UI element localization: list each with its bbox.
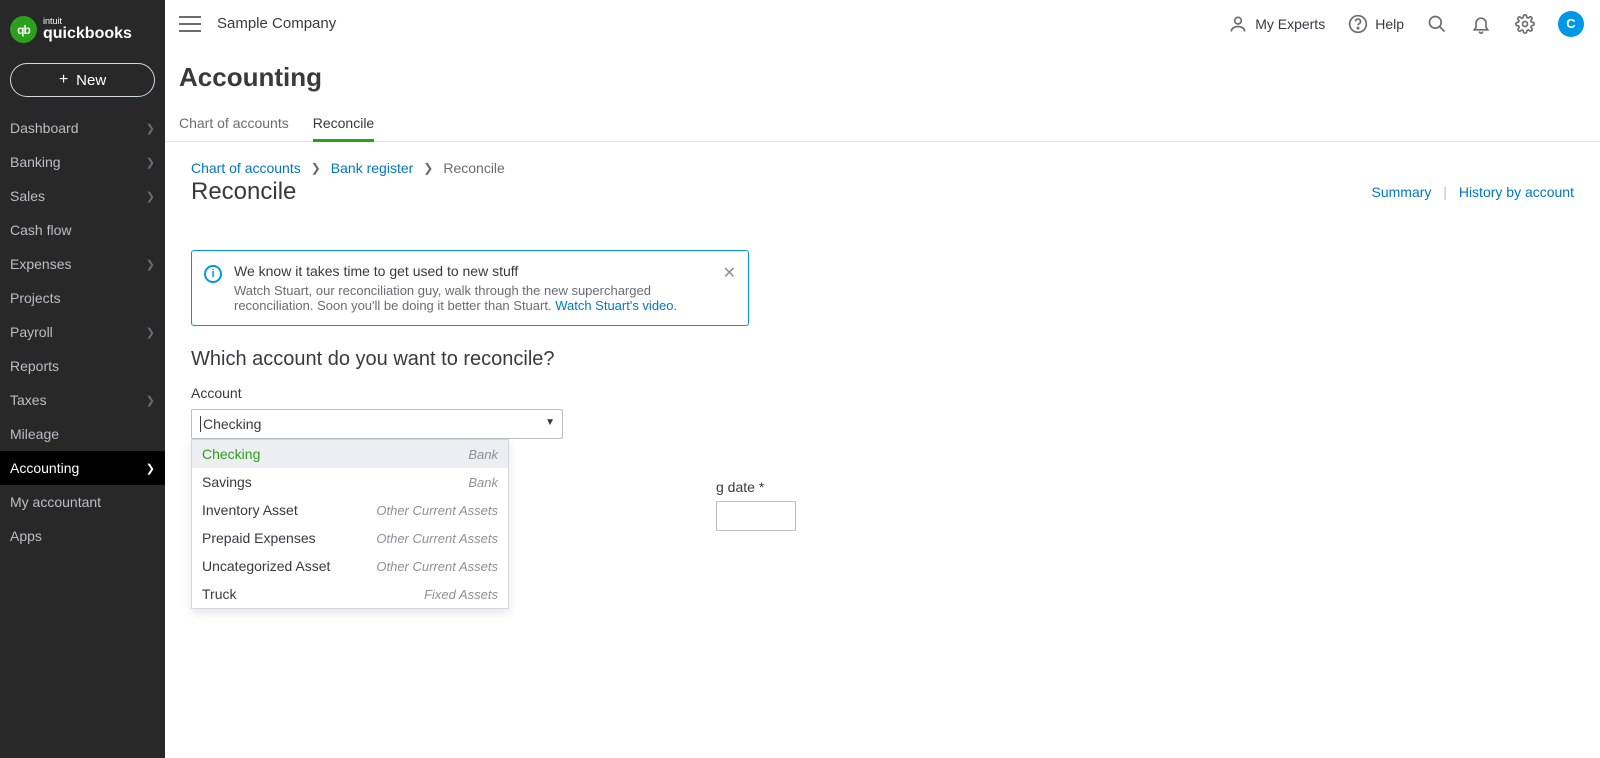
chevron-right-icon: ❯ bbox=[146, 190, 155, 203]
sidebar-item-expenses[interactable]: Expenses❯ bbox=[0, 247, 165, 281]
dropdown-option-checking[interactable]: Checking Bank bbox=[192, 440, 508, 468]
info-icon: i bbox=[204, 265, 222, 283]
dropdown-option-inventory-asset[interactable]: Inventory Asset Other Current Assets bbox=[192, 496, 508, 524]
summary-link[interactable]: Summary bbox=[1372, 184, 1432, 200]
ending-date-input[interactable] bbox=[716, 501, 796, 531]
sidebar-item-reports[interactable]: Reports bbox=[0, 349, 165, 383]
sidebar-item-taxes[interactable]: Taxes❯ bbox=[0, 383, 165, 417]
new-button[interactable]: + New bbox=[10, 63, 155, 97]
account-select-input[interactable]: Checking bbox=[191, 409, 563, 439]
account-label: Account bbox=[191, 385, 1574, 401]
tab-reconcile[interactable]: Reconcile bbox=[313, 105, 374, 141]
sidebar-item-projects[interactable]: Projects bbox=[0, 281, 165, 315]
account-dropdown: Checking Bank Savings Bank Inventory Ass… bbox=[191, 439, 509, 609]
my-experts-button[interactable]: My Experts bbox=[1227, 13, 1325, 35]
bell-icon[interactable] bbox=[1470, 13, 1492, 35]
sidebar-item-accounting[interactable]: Accounting❯ bbox=[0, 451, 165, 485]
main: Sample Company My Experts Help bbox=[165, 0, 1600, 758]
chevron-right-icon: ❯ bbox=[311, 161, 321, 175]
avatar[interactable]: C bbox=[1558, 11, 1584, 37]
info-video-link[interactable]: Watch Stuart's video. bbox=[555, 298, 677, 313]
close-icon[interactable]: ✕ bbox=[723, 263, 736, 283]
page-title: Accounting bbox=[165, 62, 1600, 105]
info-body: Watch Stuart, our reconciliation guy, wa… bbox=[234, 283, 712, 313]
dropdown-option-savings[interactable]: Savings Bank bbox=[192, 468, 508, 496]
tabs: Chart of accounts Reconcile bbox=[165, 105, 1600, 142]
sub-title: Reconcile bbox=[191, 178, 296, 206]
history-link[interactable]: History by account bbox=[1459, 184, 1574, 200]
reconcile-prompt: Which account do you want to reconcile? bbox=[191, 348, 1574, 371]
dropdown-option-prepaid-expenses[interactable]: Prepaid Expenses Other Current Assets bbox=[192, 524, 508, 552]
brand-logo: qb intuit quickbooks bbox=[0, 10, 165, 57]
gear-icon[interactable] bbox=[1514, 13, 1536, 35]
chevron-right-icon: ❯ bbox=[146, 122, 155, 135]
content: Chart of accounts ❯ Bank register ❯ Reco… bbox=[165, 142, 1600, 617]
company-name: Sample Company bbox=[217, 15, 336, 32]
text-cursor bbox=[200, 416, 201, 432]
sidebar-item-cashflow[interactable]: Cash flow bbox=[0, 213, 165, 247]
dropdown-option-truck[interactable]: Truck Fixed Assets bbox=[192, 580, 508, 608]
sidebar-nav: Dashboard❯ Banking❯ Sales❯ Cash flow Exp… bbox=[0, 111, 165, 553]
search-icon[interactable] bbox=[1426, 13, 1448, 35]
dropdown-option-uncategorized-asset[interactable]: Uncategorized Asset Other Current Assets bbox=[192, 552, 508, 580]
question-circle-icon bbox=[1347, 13, 1369, 35]
person-icon bbox=[1227, 13, 1249, 35]
chevron-right-icon: ❯ bbox=[146, 462, 155, 475]
chevron-right-icon: ❯ bbox=[146, 326, 155, 339]
breadcrumb-current: Reconcile bbox=[443, 160, 504, 176]
plus-icon: + bbox=[59, 71, 68, 89]
topbar: Sample Company My Experts Help bbox=[165, 0, 1600, 48]
tab-chart-of-accounts[interactable]: Chart of accounts bbox=[179, 105, 289, 141]
page: Accounting Chart of accounts Reconcile C… bbox=[165, 48, 1600, 617]
new-button-label: New bbox=[76, 72, 106, 89]
sidebar-item-myaccountant[interactable]: My accountant bbox=[0, 485, 165, 519]
breadcrumb-link-bank-register[interactable]: Bank register bbox=[331, 160, 413, 176]
sidebar-item-sales[interactable]: Sales❯ bbox=[0, 179, 165, 213]
help-button[interactable]: Help bbox=[1347, 13, 1404, 35]
chevron-right-icon: ❯ bbox=[146, 156, 155, 169]
sidebar-item-payroll[interactable]: Payroll❯ bbox=[0, 315, 165, 349]
sidebar-item-mileage[interactable]: Mileage bbox=[0, 417, 165, 451]
menu-toggle-icon[interactable] bbox=[179, 13, 201, 35]
chevron-right-icon: ❯ bbox=[146, 258, 155, 271]
account-select[interactable]: Checking ▼ Checking Bank Savings Bank bbox=[191, 409, 563, 439]
sidebar-item-banking[interactable]: Banking❯ bbox=[0, 145, 165, 179]
info-title: We know it takes time to get used to new… bbox=[234, 263, 712, 279]
breadcrumb: Chart of accounts ❯ Bank register ❯ Reco… bbox=[191, 160, 1574, 176]
breadcrumb-link-chart[interactable]: Chart of accounts bbox=[191, 160, 301, 176]
info-banner: i ✕ We know it takes time to get used to… bbox=[191, 250, 749, 326]
brand-product: quickbooks bbox=[43, 26, 132, 42]
ending-date-field-partial: g date * bbox=[716, 479, 796, 531]
right-links: Summary | History by account bbox=[1372, 184, 1575, 200]
sidebar-item-apps[interactable]: Apps bbox=[0, 519, 165, 553]
qb-logo-icon: qb bbox=[10, 16, 37, 43]
ending-date-label: g date * bbox=[716, 479, 796, 495]
sidebar-item-dashboard[interactable]: Dashboard❯ bbox=[0, 111, 165, 145]
sidebar: qb intuit quickbooks + New Dashboard❯ Ba… bbox=[0, 0, 165, 758]
chevron-right-icon: ❯ bbox=[146, 394, 155, 407]
chevron-right-icon: ❯ bbox=[423, 161, 433, 175]
